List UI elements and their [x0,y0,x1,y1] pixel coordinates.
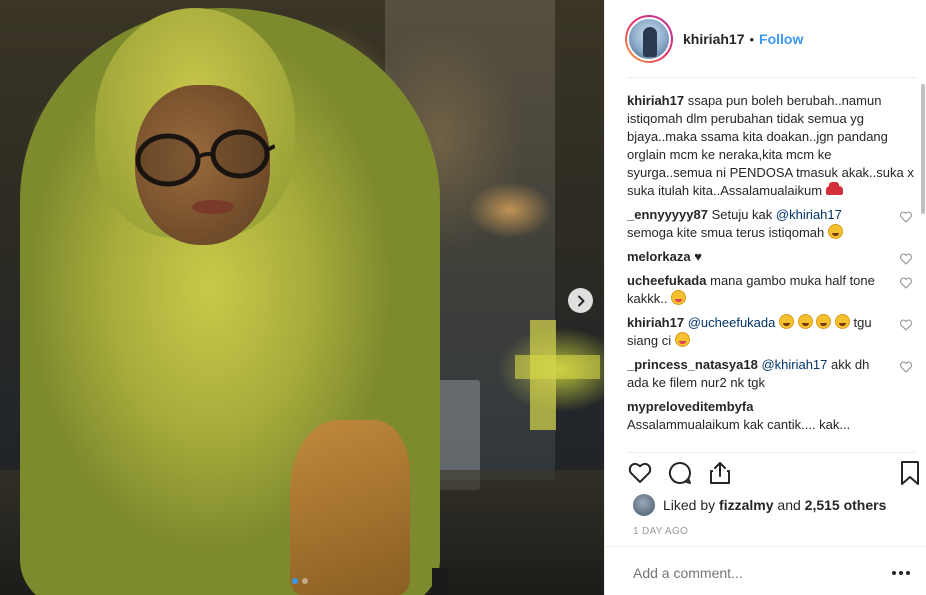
avatar[interactable] [627,17,671,61]
comments-list[interactable]: khiriah17 ssapa pun boleh berubah..namun… [627,85,915,451]
like-comment-heart-icon[interactable] [899,276,913,290]
comment-text: semoga kite smua terus istiqomah [627,225,825,240]
comment-username[interactable]: mypreloveditembyfa [627,399,753,414]
laughing-emoji-icon [779,314,794,329]
post-photo[interactable] [0,0,604,595]
carousel-dot [302,578,308,584]
comment-username[interactable]: melorkaza [627,249,691,264]
comment-item: ucheefukada mana gambo muka half tone ka… [627,272,915,308]
story-ring[interactable] [625,15,673,63]
person-glasses [135,129,275,187]
car-emoji-icon [825,182,843,195]
tongue-emoji-icon [671,290,687,305]
likes-connector: and [777,497,801,513]
comment-text: Assalammualaikum kak cantik.... kak... [627,417,851,432]
comment-mention[interactable]: @ucheefukada [688,315,776,330]
post-caption: khiriah17 ssapa pun boleh berubah..namun… [627,92,915,200]
smiling-emoji-icon [827,224,843,239]
avatar-figure [643,27,657,57]
comment-item: mypreloveditembyfa Assalammualaikum kak … [627,398,915,434]
chevron-right-icon [577,295,584,306]
liker-avatar[interactable] [633,494,655,516]
like-comment-heart-icon[interactable] [899,252,913,266]
more-icon[interactable] [892,566,914,580]
post-header: khiriah17 • Follow [605,0,926,78]
likes-summary: Liked by fizzalmy and 2,515 others [633,494,886,516]
person-lips [192,200,234,214]
bookmark-icon[interactable] [897,460,923,486]
foreground-object [432,568,448,595]
liker-username[interactable]: fizzalmy [719,497,773,513]
comment-text: ♥ [694,249,702,264]
comment-username[interactable]: khiriah17 [627,315,684,330]
tongue-emoji-icon [674,332,690,347]
like-comment-heart-icon[interactable] [899,210,913,224]
share-icon[interactable] [707,460,733,486]
comment-username[interactable]: _ennyyyyy87 [627,207,708,222]
laughing-emoji-icon [834,314,850,329]
more-dot [892,571,896,575]
header-divider [627,77,917,78]
actions-divider [627,452,916,453]
likes-others-link[interactable]: 2,515 others [805,497,887,513]
comment-username[interactable]: _princess_natasya18 [627,357,758,372]
likes-prefix: Liked by [663,497,716,513]
comment-item: khiriah17 @ucheefukada tgu siang ci [627,314,915,350]
comments-scrollbar-thumb[interactable] [921,84,925,214]
more-dot [899,571,903,575]
more-dot [906,571,910,575]
comment-mention[interactable]: @khiriah17 [761,357,827,372]
action-bar [627,458,923,488]
comment-text: Setuju kak [711,207,776,222]
person-arm [290,420,410,595]
add-comment-divider [605,546,926,547]
header-username[interactable]: khiriah17 [683,31,744,47]
comment-item: melorkaza ♥ [627,248,915,266]
comment-mention[interactable]: @khiriah17 [776,207,842,222]
next-photo-button[interactable] [568,288,593,313]
background-signpost-arm [515,355,600,379]
instagram-post: khiriah17 • Follow khiriah17 ssapa pun b… [0,0,926,595]
like-comment-heart-icon[interactable] [899,318,913,332]
add-comment-input[interactable] [633,565,873,581]
post-side-panel: khiriah17 • Follow khiriah17 ssapa pun b… [604,0,926,595]
comment-icon[interactable] [667,460,693,486]
laughing-emoji-icon [816,314,832,329]
laughing-emoji-icon [797,314,813,329]
comment-item: _ennyyyyy87 Setuju kak @khiriah17 semoga… [627,206,915,242]
like-comment-heart-icon[interactable] [899,360,913,374]
comment-username[interactable]: ucheefukada [627,273,706,288]
heart-icon[interactable] [627,460,653,486]
carousel-indicator [292,578,308,584]
comment-item: _princess_natasya18 @khiriah17 akk dh ad… [627,356,915,392]
header-separator: • [749,31,755,47]
post-timestamp[interactable]: 1 DAY AGO [633,526,688,537]
carousel-dot-active [292,578,298,584]
caption-text: ssapa pun boleh berubah..namun istiqomah… [627,93,914,198]
caption-username[interactable]: khiriah17 [627,93,684,108]
follow-button[interactable]: Follow [759,31,803,47]
